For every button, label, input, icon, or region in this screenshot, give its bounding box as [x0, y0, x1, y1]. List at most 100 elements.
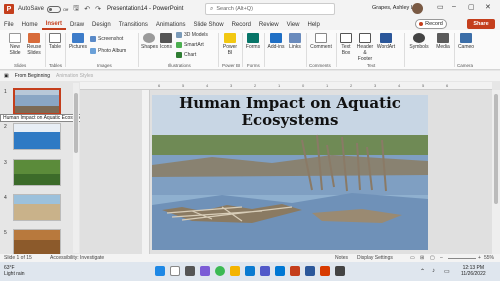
- thumbnail-slide-1[interactable]: [13, 88, 61, 115]
- chat-icon[interactable]: [200, 266, 210, 276]
- ruler-tick: 4: [398, 83, 401, 88]
- group-divider: [45, 33, 46, 67]
- autosave-toggle[interactable]: [47, 5, 62, 13]
- add-ins-button[interactable]: Add-ins: [267, 33, 285, 50]
- tab-review[interactable]: Review: [255, 22, 283, 30]
- from-beginning-button[interactable]: From Beginning: [15, 73, 50, 79]
- tab-design[interactable]: Design: [88, 22, 115, 30]
- power-bi-button[interactable]: Power BI: [222, 33, 238, 56]
- document-title[interactable]: Presentation14 - PowerPoint: [107, 6, 183, 12]
- header-footer-button[interactable]: Header & Footer: [356, 33, 374, 62]
- chrome-icon[interactable]: [215, 266, 225, 276]
- zoom-slider[interactable]: [448, 258, 476, 259]
- tab-animations[interactable]: Animations: [152, 22, 190, 30]
- thumbnail-number: 5: [4, 230, 7, 236]
- comment-button[interactable]: Comment: [310, 33, 332, 50]
- cameo-button[interactable]: Cameo: [457, 33, 475, 50]
- powerpoint-taskbar-icon[interactable]: [290, 266, 300, 276]
- redo-icon[interactable]: ↷: [95, 5, 101, 13]
- icons-button[interactable]: Icons: [159, 33, 173, 50]
- chart-button[interactable]: Chart: [176, 52, 196, 58]
- minimize-icon[interactable]: –: [452, 3, 456, 10]
- tab-file[interactable]: File: [0, 22, 18, 30]
- icons-icon: [160, 33, 172, 43]
- volume-icon[interactable]: ♪: [432, 268, 435, 274]
- reuse-slides-button[interactable]: Reuse Slides: [25, 33, 43, 56]
- tab-slide-show[interactable]: Slide Show: [190, 22, 228, 30]
- tab-insert[interactable]: Insert: [41, 21, 67, 30]
- share-button[interactable]: Share: [467, 19, 495, 29]
- record-button[interactable]: Record: [415, 19, 447, 29]
- shapes-button[interactable]: Shapes: [141, 33, 158, 50]
- scrollbar-thumb[interactable]: [74, 93, 78, 153]
- group-divider: [242, 33, 243, 67]
- maximize-icon[interactable]: ▢: [468, 3, 475, 11]
- notes-button[interactable]: Notes: [335, 255, 348, 261]
- slide-title[interactable]: Human Impact on Aquatic Ecosystems: [152, 95, 428, 129]
- text-box-button[interactable]: Text Box: [339, 33, 353, 56]
- word-icon[interactable]: [305, 266, 315, 276]
- clock[interactable]: 12:13 PM 11/26/2022: [461, 265, 486, 277]
- ribbon-display-icon[interactable]: ▭: [437, 3, 444, 11]
- edge-icon[interactable]: [245, 266, 255, 276]
- wifi-icon[interactable]: ⌃: [420, 268, 425, 275]
- zoom-in-icon[interactable]: +: [478, 255, 481, 261]
- normal-view-icon[interactable]: ▭: [410, 255, 415, 261]
- tab-transitions[interactable]: Transitions: [115, 22, 152, 30]
- weather-widget[interactable]: 63°F Light rain: [4, 265, 25, 277]
- ruler-tick: 6: [446, 83, 449, 88]
- avatar[interactable]: [412, 3, 423, 14]
- current-slide[interactable]: Human Impact on Aquatic Ecosystems: [152, 95, 428, 250]
- ruler-tick: 0: [302, 83, 305, 88]
- undo-icon[interactable]: ↶: [84, 5, 90, 13]
- reading-view-icon[interactable]: ▢: [430, 255, 435, 261]
- battery-icon[interactable]: ▭: [444, 268, 450, 275]
- new-slide-button[interactable]: New Slide: [6, 33, 24, 56]
- close-icon[interactable]: ✕: [485, 3, 491, 11]
- photo-album-button[interactable]: Photo Album: [90, 48, 126, 54]
- outlook-icon[interactable]: [275, 266, 285, 276]
- smartart-button[interactable]: SmartArt: [176, 42, 204, 48]
- tab-help[interactable]: Help: [304, 22, 324, 30]
- start-icon[interactable]: [155, 266, 165, 276]
- thumbnail-slide-5[interactable]: [13, 229, 61, 256]
- search-taskbar-icon[interactable]: [170, 266, 180, 276]
- table-button[interactable]: Table: [48, 33, 62, 50]
- 3d-models-button[interactable]: 3D Models: [176, 32, 208, 38]
- zoom-level[interactable]: 55%: [484, 255, 494, 261]
- save-icon[interactable]: 🖫: [73, 4, 79, 15]
- scrollbar-thumb[interactable]: [494, 94, 498, 204]
- media-button[interactable]: Media: [434, 33, 452, 50]
- pictures-button[interactable]: Pictures: [68, 33, 88, 50]
- ruler-tick: 3: [374, 83, 377, 88]
- tab-draw[interactable]: Draw: [66, 22, 88, 30]
- symbols-button[interactable]: Symbols: [408, 33, 430, 50]
- zoom-out-icon[interactable]: –: [440, 255, 443, 261]
- animation-styles-button[interactable]: Animation Styles: [56, 73, 93, 79]
- thumbnail-slide-3[interactable]: [13, 159, 61, 186]
- tab-home[interactable]: Home: [18, 22, 42, 30]
- app-icon[interactable]: [335, 266, 345, 276]
- thumbnail-slide-4[interactable]: [13, 194, 61, 221]
- links-button[interactable]: Links: [288, 33, 302, 50]
- speaker-icon: [437, 33, 449, 43]
- tab-view[interactable]: View: [283, 22, 304, 30]
- task-view-icon[interactable]: [185, 266, 195, 276]
- office-icon[interactable]: [320, 266, 330, 276]
- thumbnails-scrollbar[interactable]: [73, 83, 79, 253]
- wordart-button[interactable]: WordArt: [376, 33, 396, 50]
- slideshow-icon[interactable]: ▣: [4, 73, 9, 79]
- display-settings-button[interactable]: Display Settings: [357, 255, 393, 261]
- tab-record[interactable]: Record: [228, 22, 255, 30]
- group-camera-label: Camera: [457, 63, 474, 68]
- user-name[interactable]: Grapes, Ashley L: [372, 5, 414, 11]
- accessibility-status[interactable]: Accessibility: Investigate: [50, 255, 104, 261]
- file-explorer-icon[interactable]: [230, 266, 240, 276]
- screenshot-button[interactable]: Screenshot: [90, 36, 123, 42]
- canvas-scrollbar[interactable]: [492, 90, 500, 254]
- slide-sorter-icon[interactable]: ⊞: [420, 255, 424, 261]
- forms-button[interactable]: Forms: [245, 33, 261, 50]
- thumbnail-slide-2[interactable]: [13, 123, 61, 150]
- search-input[interactable]: ⌕ Search (Alt+Q): [205, 3, 335, 15]
- teams-icon[interactable]: [260, 266, 270, 276]
